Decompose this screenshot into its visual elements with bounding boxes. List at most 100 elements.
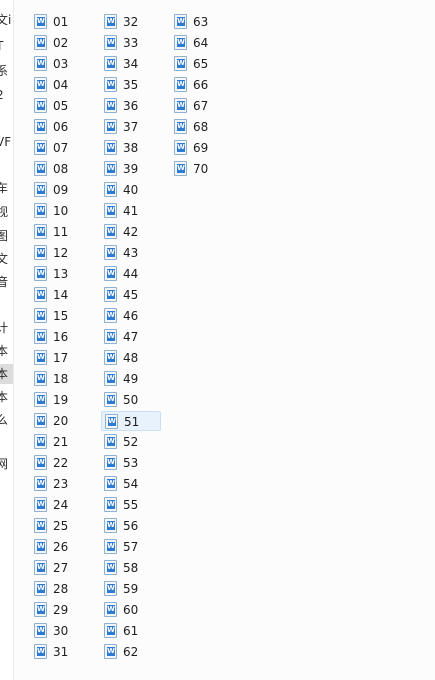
file-item[interactable]: W 19: [31, 390, 83, 410]
nav-tree-item[interactable]: 2: [0, 85, 13, 105]
file-item[interactable]: W 31: [31, 642, 83, 662]
file-item[interactable]: W 23: [31, 474, 83, 494]
file-item[interactable]: W 20: [31, 411, 83, 431]
file-item[interactable]: W 28: [31, 579, 83, 599]
file-item[interactable]: W 68: [171, 117, 223, 137]
file-item[interactable]: W 48: [101, 348, 153, 368]
nav-tree-item[interactable]: VF: [0, 132, 13, 152]
file-item[interactable]: W 42: [101, 222, 153, 242]
file-item[interactable]: W 43: [101, 243, 153, 263]
file-item[interactable]: W 58: [101, 558, 153, 578]
file-item[interactable]: W 63: [171, 12, 223, 32]
file-item[interactable]: W 25: [31, 516, 83, 536]
file-item[interactable]: W 06: [31, 117, 83, 137]
file-item[interactable]: W 44: [101, 264, 153, 284]
nav-tree-item[interactable]: 么: [0, 410, 13, 430]
file-item[interactable]: W 57: [101, 537, 153, 557]
file-item[interactable]: W 32: [101, 12, 153, 32]
nav-tree-item[interactable]: 本: [0, 341, 13, 361]
nav-tree-item[interactable]: 文: [0, 249, 13, 269]
file-item[interactable]: W 15: [31, 306, 83, 326]
file-item[interactable]: W 08: [31, 159, 83, 179]
file-item[interactable]: W 69: [171, 138, 223, 158]
file-item[interactable]: W 16: [31, 327, 83, 347]
file-item[interactable]: W 45: [101, 285, 153, 305]
file-item[interactable]: W 60: [101, 600, 153, 620]
file-item[interactable]: W 29: [31, 600, 83, 620]
file-item[interactable]: W 12: [31, 243, 83, 263]
file-item[interactable]: W 46: [101, 306, 153, 326]
file-item[interactable]: W 10: [31, 201, 83, 221]
file-item[interactable]: W 62: [101, 642, 153, 662]
file-item[interactable]: W 33: [101, 33, 153, 53]
file-item[interactable]: W 26: [31, 537, 83, 557]
file-item[interactable]: W 22: [31, 453, 83, 473]
file-item[interactable]: W 56: [101, 516, 153, 536]
nav-tree-item[interactable]: 图: [0, 226, 13, 246]
file-item[interactable]: W 51: [101, 411, 161, 431]
file-item[interactable]: W 66: [171, 75, 223, 95]
file-item[interactable]: W 55: [101, 495, 153, 515]
file-item[interactable]: W 04: [31, 75, 83, 95]
file-item[interactable]: W 61: [101, 621, 153, 641]
word-icon-letter: W: [177, 80, 185, 88]
file-name-label: 56: [123, 519, 139, 533]
file-item[interactable]: W 27: [31, 558, 83, 578]
nav-tree-item[interactable]: 车: [0, 178, 13, 198]
file-item[interactable]: W 39: [101, 159, 153, 179]
nav-tree-item[interactable]: 系: [0, 61, 13, 81]
file-item[interactable]: W 49: [101, 369, 153, 389]
file-item[interactable]: W 67: [171, 96, 223, 116]
file-item[interactable]: W 70: [171, 159, 223, 179]
file-item[interactable]: W 18: [31, 369, 83, 389]
nav-tree-item[interactable]: T: [0, 36, 13, 56]
file-item[interactable]: W 65: [171, 54, 223, 74]
file-item[interactable]: W 30: [31, 621, 83, 641]
nav-tree-item[interactable]: 音: [0, 272, 13, 292]
file-item[interactable]: W 13: [31, 264, 83, 284]
word-document-icon: W: [174, 35, 187, 50]
file-item[interactable]: W 41: [101, 201, 153, 221]
file-item[interactable]: W 07: [31, 138, 83, 158]
file-item[interactable]: W 64: [171, 33, 223, 53]
file-item[interactable]: W 05: [31, 96, 83, 116]
file-item[interactable]: W 02: [31, 33, 83, 53]
file-item[interactable]: W 03: [31, 54, 83, 74]
file-item[interactable]: W 40: [101, 180, 153, 200]
file-item[interactable]: W 17: [31, 348, 83, 368]
word-icon-letter: W: [37, 38, 45, 46]
file-item[interactable]: W 21: [31, 432, 83, 452]
file-item[interactable]: W 37: [101, 117, 153, 137]
nav-tree-item[interactable]: 本: [0, 364, 13, 384]
word-document-icon: W: [104, 350, 117, 365]
file-item[interactable]: W 59: [101, 579, 153, 599]
file-item[interactable]: W 01: [31, 12, 83, 32]
file-item[interactable]: W 54: [101, 474, 153, 494]
nav-tree-item[interactable]: 视: [0, 202, 13, 222]
file-name-label: 16: [53, 330, 69, 344]
word-document-icon: W: [174, 56, 187, 71]
nav-tree-item[interactable]: 本: [0, 387, 13, 407]
file-item[interactable]: W 36: [101, 96, 153, 116]
file-item[interactable]: W 09: [31, 180, 83, 200]
file-name-label: 01: [53, 15, 69, 29]
file-name-label: 30: [53, 624, 69, 638]
file-item[interactable]: W 34: [101, 54, 153, 74]
file-name-label: 64: [193, 36, 209, 50]
word-document-icon: W: [34, 266, 47, 281]
nav-tree-item[interactable]: 计: [0, 318, 13, 338]
file-item[interactable]: W 14: [31, 285, 83, 305]
nav-tree-item[interactable]: 文i: [0, 10, 13, 30]
word-icon-letter: W: [107, 479, 115, 487]
file-item[interactable]: W 35: [101, 75, 153, 95]
word-icon-letter: W: [37, 143, 45, 151]
file-item[interactable]: W 38: [101, 138, 153, 158]
file-item[interactable]: W 50: [101, 390, 153, 410]
file-name-label: 51: [124, 415, 140, 429]
file-item[interactable]: W 11: [31, 222, 83, 242]
file-item[interactable]: W 52: [101, 432, 153, 452]
file-item[interactable]: W 47: [101, 327, 153, 347]
file-item[interactable]: W 53: [101, 453, 153, 473]
nav-tree-item[interactable]: 网: [0, 454, 13, 474]
file-item[interactable]: W 24: [31, 495, 83, 515]
